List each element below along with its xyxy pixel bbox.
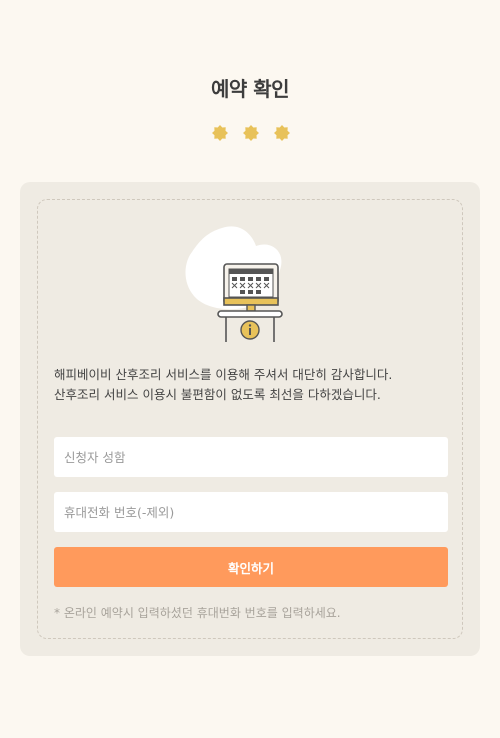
page-title: 예약 확인 (210, 77, 290, 101)
flower-dot-icon (243, 125, 259, 141)
phone-input-note: * 온라인 예약시 입력하셨던 휴대번화 번호를 입력하세요. (54, 606, 341, 620)
kiosk-info-illustration (185, 226, 283, 342)
flower-dot-icon (274, 125, 290, 141)
step-indicator (211, 124, 291, 142)
message-line: 산후조리 서비스 이용시 불편함이 없도록 최선을 다하겠습니다. (54, 387, 381, 402)
thank-you-message: 해피베이비 산후조리 서비스를 이용해 주셔서 대단히 감사합니다. 산후조리 … (54, 365, 454, 405)
flower-dot-icon (212, 125, 228, 141)
message-line: 해피베이비 산후조리 서비스를 이용해 주셔서 대단히 감사합니다. (54, 367, 393, 382)
applicant-name-input[interactable] (54, 437, 448, 477)
confirm-button[interactable]: 확인하기 (54, 547, 448, 587)
card-dashed-frame: 해피베이비 산후조리 서비스를 이용해 주셔서 대단히 감사합니다. 산후조리 … (37, 199, 463, 639)
phone-number-input[interactable] (54, 492, 448, 532)
reservation-card: 해피베이비 산후조리 서비스를 이용해 주셔서 대단히 감사합니다. 산후조리 … (20, 182, 480, 656)
